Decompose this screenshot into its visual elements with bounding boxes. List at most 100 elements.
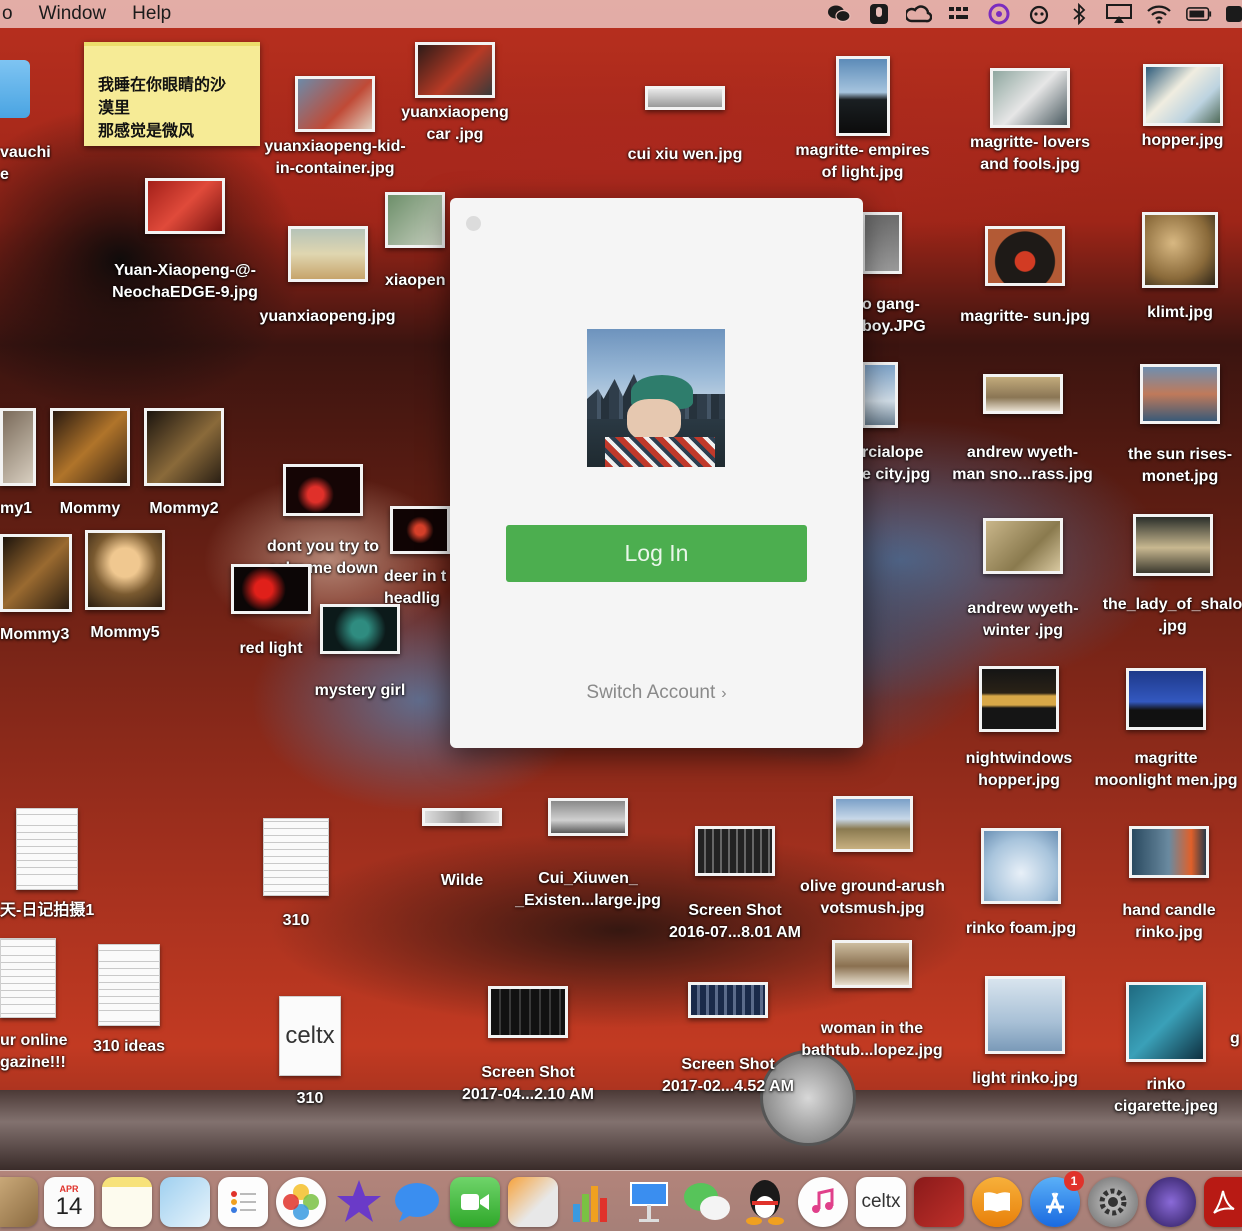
desktop-screenshot[interactable]: Screen Shot 2017-04...2.10 AM — [446, 986, 610, 1106]
desktop-image-file[interactable]: light rinko.jpg — [960, 976, 1090, 1090]
pages-icon[interactable] — [508, 1177, 558, 1227]
desktop-image-file[interactable]: hopper.jpg — [1125, 64, 1240, 152]
sticky-note[interactable]: 我睡在你眼睛的沙 漠里 那感觉是微风 — [84, 42, 260, 146]
photo-booth-icon[interactable] — [914, 1177, 964, 1227]
switch-account-link[interactable]: Switch Account › — [450, 682, 863, 704]
desktop-image-file[interactable]: the sun rises- monet.jpg — [1115, 364, 1242, 488]
messages-icon[interactable] — [392, 1177, 442, 1227]
desktop-image-file[interactable]: magritte- lovers and fools.jpg — [950, 68, 1110, 176]
target-app-icon[interactable] — [986, 3, 1012, 25]
app-store-icon[interactable]: 1 — [1030, 1171, 1084, 1227]
desktop-file[interactable]: vauchi e — [0, 138, 60, 186]
switch-account-label: Switch Account — [586, 682, 716, 703]
wifi-icon[interactable] — [1146, 3, 1172, 25]
airplay-icon[interactable] — [1106, 3, 1132, 25]
file-label: cui xiu wen.jpg — [627, 146, 743, 163]
bluetooth-icon[interactable] — [1066, 3, 1092, 25]
desktop-image-file[interactable]: Cui_Xiuwen_ _Existen...large.jpg — [508, 798, 668, 912]
desktop-image-file[interactable]: Mommy — [48, 408, 132, 520]
desktop-image-file[interactable]: cui xiu wen.jpg — [615, 86, 755, 166]
notes-icon[interactable] — [102, 1177, 152, 1227]
desktop-image-file[interactable]: o gang- boy.JPG — [862, 212, 942, 338]
desktop-image-file[interactable]: Mommy5 — [80, 530, 170, 644]
ibooks-icon[interactable] — [972, 1177, 1022, 1227]
desktop-image-file[interactable]: olive ground-arush votsmush.jpg — [790, 796, 955, 920]
itunes-icon[interactable] — [798, 1177, 848, 1227]
desktop-image-file[interactable]: rinko foam.jpg — [955, 828, 1087, 940]
document-thumbnail — [0, 938, 56, 1018]
desktop-image-file[interactable]: andrew wyeth- man sno...rass.jpg — [945, 374, 1100, 486]
desktop-document[interactable]: 310 — [258, 818, 334, 932]
numbers-icon[interactable] — [566, 1177, 616, 1227]
desktop-image-file[interactable]: my1 — [0, 408, 40, 520]
photos-icon[interactable] — [276, 1177, 326, 1227]
desktop-screenshot[interactable]: Screen Shot 2017-02...4.52 AM — [648, 982, 808, 1098]
folder-icon[interactable] — [0, 60, 30, 118]
sticky-line: 漠里 — [98, 100, 131, 117]
system-preferences-icon[interactable] — [1088, 1177, 1138, 1227]
desktop-image-file[interactable]: nightwindows hopper.jpg — [948, 666, 1090, 792]
desktop-image-file[interactable]: magritte- sun.jpg — [950, 226, 1100, 328]
desktop-image-file[interactable]: Mommy3 — [0, 534, 74, 646]
image-thumbnail — [1140, 364, 1220, 424]
menu-go[interactable]: o — [2, 3, 13, 25]
cat-face-icon[interactable] — [1026, 3, 1052, 25]
desktop-image-file[interactable]: Mommy2 — [140, 408, 228, 520]
acrobat-icon[interactable] — [1204, 1177, 1242, 1227]
file-label: andrew wyeth- winter .jpg — [967, 600, 1079, 639]
document-thumbnail — [98, 944, 160, 1026]
desktop-image-file[interactable]: xiaopen — [385, 192, 450, 292]
desktop-image-file[interactable]: Wilde — [420, 808, 504, 892]
celtx-icon[interactable]: celtx — [856, 1177, 906, 1227]
desktop-image-file[interactable]: hand candle rinko.jpg — [1110, 826, 1228, 944]
file-label: my1 — [0, 500, 33, 517]
wechat-icon[interactable] — [826, 3, 852, 25]
desktop-image-file[interactable]: rcialope e city.jpg — [862, 362, 942, 486]
qq-icon[interactable] — [740, 1177, 790, 1227]
image-thumbnail — [1126, 982, 1206, 1062]
desktop-image-file[interactable]: mystery girl — [300, 604, 420, 702]
desktop-image-file[interactable]: magritte moonlight men.jpg — [1090, 668, 1242, 792]
desktop-image-file[interactable]: woman in the bathtub...lopez.jpg — [788, 940, 956, 1062]
keynote-icon[interactable] — [624, 1177, 674, 1227]
desktop-image-file[interactable]: rinko cigarette.jpeg — [1100, 982, 1232, 1118]
battery-icon[interactable] — [1186, 3, 1212, 25]
desktop-celtx-file[interactable]: celtx 310 — [276, 996, 344, 1110]
menu-help[interactable]: Help — [132, 3, 171, 25]
image-thumbnail — [695, 826, 775, 876]
wechat-icon[interactable] — [682, 1177, 732, 1227]
desktop-image-file[interactable]: klimt.jpg — [1125, 212, 1235, 324]
calendar-day: 14 — [55, 1193, 83, 1220]
podcast-mic-icon[interactable] — [866, 3, 892, 25]
sticky-line: 我睡在你眼睛的沙 — [98, 77, 227, 94]
desktop-image-file[interactable]: the_lady_of_shalo .jpg — [1100, 514, 1242, 638]
image-thumbnail — [835, 56, 890, 136]
user-icon[interactable] — [1226, 3, 1242, 25]
image-thumbnail — [1142, 212, 1218, 288]
preview-icon[interactable] — [160, 1177, 210, 1227]
dvd-player-icon[interactable] — [1146, 1177, 1196, 1227]
finder-icon[interactable] — [0, 1177, 38, 1227]
image-thumbnail — [415, 42, 495, 98]
desktop-document[interactable]: 310 ideas — [84, 944, 174, 1058]
desktop-document[interactable]: 天-日记拍摄1 — [0, 808, 110, 922]
reminders-icon[interactable] — [218, 1177, 268, 1227]
desktop-image-file[interactable]: deer in t headlig — [384, 506, 454, 610]
creative-cloud-icon[interactable] — [906, 3, 932, 25]
wechat-login-window: Log In Switch Account › — [450, 198, 863, 748]
desktop-image-file[interactable]: andrew wyeth- winter .jpg — [952, 518, 1094, 642]
desktop-image-file[interactable]: yuanxiaopeng car .jpg — [385, 42, 525, 146]
imovie-icon[interactable] — [334, 1177, 384, 1227]
desktop-image-file[interactable]: dont you try to calm me down — [248, 464, 398, 580]
desktop-file[interactable]: g — [1230, 1024, 1242, 1050]
image-thumbnail — [979, 666, 1059, 732]
calendar-icon[interactable]: APR 14 — [44, 1177, 94, 1227]
desktop-image-file[interactable]: magritte- empires of light.jpg — [780, 56, 945, 184]
facetime-icon[interactable] — [450, 1177, 500, 1227]
dock: APR 14 celtx 1 — [0, 1170, 1242, 1231]
desktop-document[interactable]: ur online gazine!!! — [0, 938, 80, 1074]
menu-window[interactable]: Window — [39, 3, 107, 25]
window-close-button[interactable] — [466, 216, 481, 231]
log-in-button[interactable]: Log In — [506, 525, 807, 582]
input-method-icon[interactable] — [946, 3, 972, 25]
